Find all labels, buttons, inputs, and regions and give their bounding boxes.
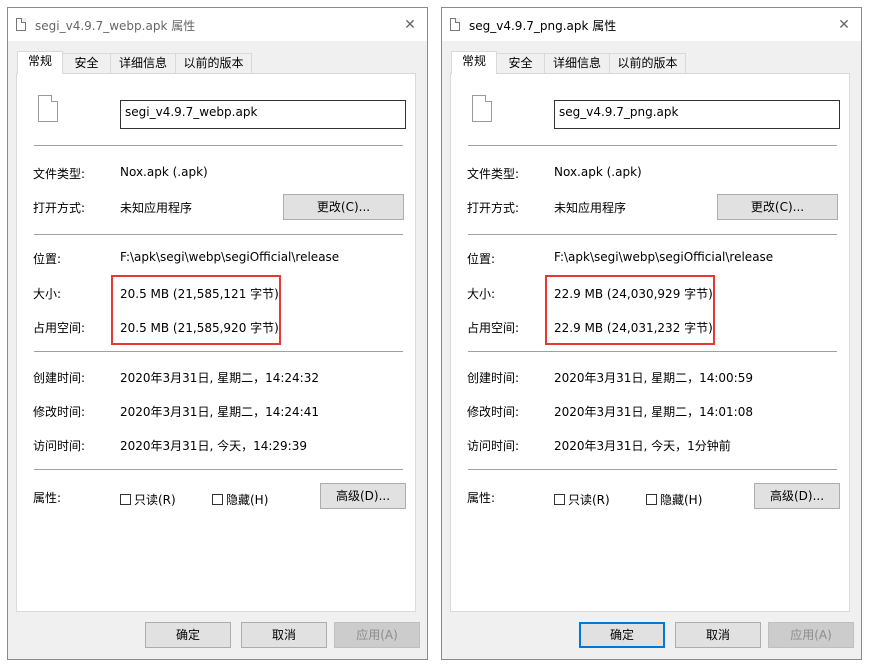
file-icon	[450, 18, 460, 31]
tab-general[interactable]: 常规	[17, 51, 63, 74]
opens-with-label: 打开方式:	[467, 201, 520, 215]
title-bar[interactable]: segi_v4.9.7_webp.apk 属性 ✕	[8, 8, 427, 41]
highlight-box	[111, 275, 281, 345]
type-value: Nox.apk (.apk)	[120, 165, 208, 179]
ok-button[interactable]: 确定	[145, 622, 231, 648]
tab-details[interactable]: 详细信息	[544, 53, 610, 73]
location-value: F:\apk\segi\webp\segiOfficial\release	[554, 250, 774, 264]
tab-general[interactable]: 常规	[451, 51, 497, 74]
file-name-input[interactable]: segi_v4.9.7_webp.apk	[120, 100, 406, 129]
file-icon	[16, 18, 26, 31]
opens-with-value: 未知应用程序	[554, 201, 627, 215]
hidden-label: 隐藏(H)	[660, 493, 703, 507]
window-title: seg_v4.9.7_png.apk 属性	[469, 19, 617, 33]
title-bar[interactable]: seg_v4.9.7_png.apk 属性 ✕	[442, 8, 861, 41]
change-button[interactable]: 更改(C)...	[717, 194, 838, 220]
highlight-box	[545, 275, 715, 345]
advanced-button[interactable]: 高级(D)...	[320, 483, 406, 509]
created-label: 创建时间:	[33, 371, 86, 385]
size-on-disk-label: 占用空间:	[467, 321, 520, 335]
ok-button[interactable]: 确定	[579, 622, 665, 648]
type-value: Nox.apk (.apk)	[554, 165, 642, 179]
type-label: 文件类型:	[467, 167, 520, 181]
readonly-checkbox[interactable]: 只读(R)	[120, 491, 176, 508]
properties-dialog-png: seg_v4.9.7_png.apk 属性 ✕ 常规 安全 详细信息 以前的版本…	[441, 7, 862, 660]
checkbox-icon	[646, 494, 657, 505]
modified-value: 2020年3月31日, 星期二，14:24:41	[120, 405, 319, 419]
tab-previous-versions[interactable]: 以前的版本	[175, 53, 252, 73]
properties-dialog-webp: segi_v4.9.7_webp.apk 属性 ✕ 常规 安全 详细信息 以前的…	[7, 7, 428, 660]
type-label: 文件类型:	[33, 167, 86, 181]
size-label: 大小:	[467, 287, 496, 301]
size-label: 大小:	[33, 287, 62, 301]
size-on-disk-label: 占用空间:	[33, 321, 86, 335]
accessed-label: 访问时间:	[33, 439, 86, 453]
divider	[34, 469, 403, 470]
advanced-button[interactable]: 高级(D)...	[754, 483, 840, 509]
opens-with-value: 未知应用程序	[120, 201, 193, 215]
checkbox-icon	[554, 494, 565, 505]
document-icon	[38, 95, 58, 122]
created-label: 创建时间:	[467, 371, 520, 385]
general-panel: seg_v4.9.7_png.apk 文件类型: Nox.apk (.apk) …	[450, 73, 850, 612]
checkbox-icon	[120, 494, 131, 505]
apply-button[interactable]: 应用(A)	[334, 622, 420, 648]
close-icon[interactable]: ✕	[833, 15, 855, 35]
readonly-label: 只读(R)	[568, 493, 610, 507]
divider	[468, 234, 837, 235]
created-value: 2020年3月31日, 星期二，14:00:59	[554, 371, 753, 385]
readonly-checkbox[interactable]: 只读(R)	[554, 491, 610, 508]
file-name-input[interactable]: seg_v4.9.7_png.apk	[554, 100, 840, 129]
divider	[468, 145, 837, 146]
location-label: 位置:	[467, 252, 496, 266]
cancel-button[interactable]: 取消	[241, 622, 327, 648]
accessed-value: 2020年3月31日, 今天，14:29:39	[120, 439, 307, 453]
checkbox-icon	[212, 494, 223, 505]
apply-button[interactable]: 应用(A)	[768, 622, 854, 648]
hidden-checkbox[interactable]: 隐藏(H)	[212, 491, 268, 508]
close-icon[interactable]: ✕	[399, 15, 421, 35]
attributes-label: 属性:	[33, 491, 62, 505]
tab-details[interactable]: 详细信息	[110, 53, 176, 73]
divider	[468, 469, 837, 470]
tab-security[interactable]: 安全	[496, 53, 545, 73]
created-value: 2020年3月31日, 星期二，14:24:32	[120, 371, 319, 385]
accessed-label: 访问时间:	[467, 439, 520, 453]
modified-value: 2020年3月31日, 星期二，14:01:08	[554, 405, 753, 419]
window-title: segi_v4.9.7_webp.apk 属性	[35, 19, 196, 33]
divider	[34, 145, 403, 146]
modified-label: 修改时间:	[467, 405, 520, 419]
general-panel: segi_v4.9.7_webp.apk 文件类型: Nox.apk (.apk…	[16, 73, 416, 612]
location-value: F:\apk\segi\webp\segiOfficial\release	[120, 250, 340, 264]
attributes-label: 属性:	[467, 491, 496, 505]
hidden-label: 隐藏(H)	[226, 493, 269, 507]
cancel-button[interactable]: 取消	[675, 622, 761, 648]
tab-security[interactable]: 安全	[62, 53, 111, 73]
readonly-label: 只读(R)	[134, 493, 176, 507]
divider	[34, 351, 403, 352]
divider	[34, 234, 403, 235]
tab-previous-versions[interactable]: 以前的版本	[609, 53, 686, 73]
change-button[interactable]: 更改(C)...	[283, 194, 404, 220]
opens-with-label: 打开方式:	[33, 201, 86, 215]
modified-label: 修改时间:	[33, 405, 86, 419]
document-icon	[472, 95, 492, 122]
location-label: 位置:	[33, 252, 62, 266]
hidden-checkbox[interactable]: 隐藏(H)	[646, 491, 702, 508]
divider	[468, 351, 837, 352]
accessed-value: 2020年3月31日, 今天，1分钟前	[554, 439, 731, 453]
